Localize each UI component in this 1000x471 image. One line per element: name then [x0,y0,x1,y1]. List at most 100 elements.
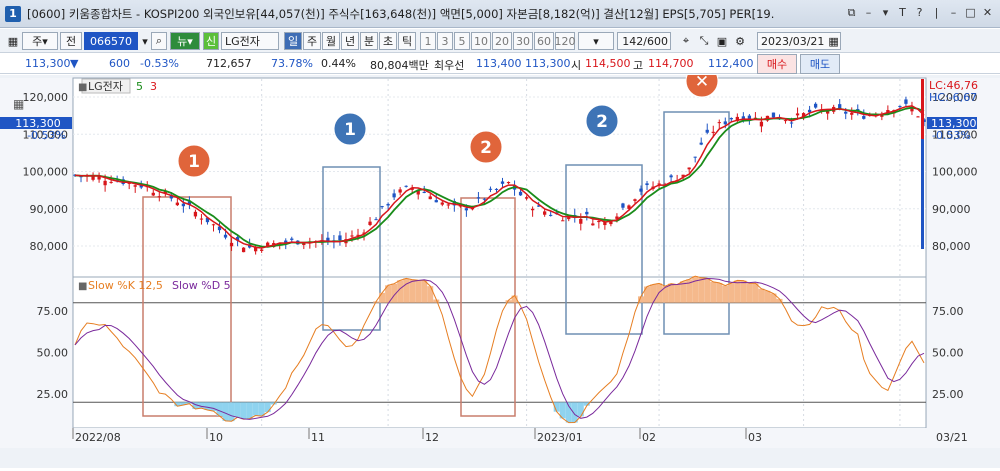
settings-icon[interactable]: ⚙ [732,32,748,50]
minute-1[interactable]: 1 [420,32,436,50]
candle [404,185,408,187]
candle [904,99,908,104]
restore-icon[interactable]: ⧉ [845,6,858,20]
stoch-tick-right: 25.00 [932,388,964,401]
zoom-icon[interactable]: ⤡ [696,32,712,50]
sell-button[interactable]: 매도 [800,54,840,74]
slow-k-label: Slow %K 12,5 [88,279,163,292]
candle [789,122,794,124]
search-icon[interactable]: ⌕ [151,32,167,50]
min-icon[interactable]: – [947,6,960,20]
high-label: 고 [633,59,644,72]
candle [813,103,818,108]
candle [428,196,432,200]
minute-120[interactable]: 120 [555,32,576,50]
minimize-icon[interactable]: – [862,6,875,20]
candle [597,220,601,223]
current-price: 113,300 [25,57,71,70]
open-price: 114,500 [585,57,631,70]
period-type-button[interactable]: 전 [60,32,82,50]
candle [530,208,535,211]
tab-week[interactable]: 주 [303,32,321,50]
grid-icon: ▦ [13,97,24,111]
x-label-last: 03/21 [936,431,968,444]
legend-ma5: 5 [136,80,143,93]
trade-amount: 80,804백만 [370,59,429,72]
candle [494,188,499,190]
candle [482,198,487,200]
range-bar-down [921,139,924,249]
x-label: 11 [311,431,325,444]
minute-60[interactable]: 60 [534,32,554,50]
price-tick-right: 80,000 [932,240,971,253]
price-tick-right: 100,000 [932,166,978,179]
chevron-down-icon[interactable]: ▾ [140,32,150,50]
tab-month[interactable]: 월 [322,32,340,50]
stoch-tick-left: 25.00 [37,388,69,401]
candle [374,219,378,221]
font-icon[interactable]: T [896,6,909,20]
candle [579,218,583,224]
candle [199,218,204,220]
minute-30[interactable]: 30 [513,32,533,50]
x-label: 2023/01 [537,431,583,444]
best-label: 최우선 [434,59,465,72]
quote-bar: 113,300 ▼ 600 -0.53% 712,657 73.78% 0.44… [0,54,1000,74]
buy-button[interactable]: 매수 [757,54,797,74]
candle [723,121,727,125]
candle [350,235,354,237]
theme-button[interactable]: 뉴 ▾ [170,32,200,50]
max-icon[interactable]: □ [964,6,977,20]
candle [464,208,469,211]
crosshair-icon[interactable]: ⌖ [678,32,694,50]
stoch-legend-marker: ■ [78,281,87,292]
stoch-tick-right: 50.00 [932,347,964,360]
date-field[interactable]: 2023/03/21 ▦ [757,32,841,50]
candle [488,188,493,190]
candle [795,113,800,116]
minute-10[interactable]: 10 [471,32,491,50]
candle [440,202,444,205]
count-field[interactable]: 142/600 [617,32,671,50]
minute-20[interactable]: 20 [492,32,512,50]
minute-5[interactable]: 5 [454,32,470,50]
candle [687,167,691,170]
pin-icon[interactable]: ▾ [879,6,892,20]
grid-icon[interactable]: ▦ [6,32,20,50]
candle [290,238,294,240]
tab-second[interactable]: 초 [379,32,397,50]
code-input[interactable]: 066570 [84,32,138,50]
help-icon[interactable]: ? [913,6,926,20]
candle [422,191,426,193]
legend-ma3: 3 [150,80,157,93]
annotation-label-3: 2 [480,138,492,158]
tab-day[interactable]: 일 [284,32,302,50]
candle [338,235,342,241]
window-controls: ⧉ – ▾ T ? | – □ ✕ [845,6,994,20]
candle [621,203,625,208]
market-select[interactable]: 주 ▾ [22,32,58,50]
save-icon[interactable]: ▣ [714,32,730,50]
calendar-icon[interactable]: ▦ [828,35,838,48]
minute-3[interactable]: 3 [437,32,453,50]
interval-select[interactable]: ▾ [578,32,614,50]
tab-year[interactable]: 년 [341,32,359,50]
stock-name-field[interactable]: LG전자 [221,32,279,50]
best-ask: 113,400 [476,57,522,70]
down-arrow-icon: ▼ [70,57,79,70]
candle [229,242,234,247]
candle [181,203,186,207]
stoch-tick-left: 75.00 [37,305,69,318]
candle [633,199,637,201]
close-icon[interactable]: ✕ [981,6,994,20]
volume-ratio: 73.78% [271,57,313,70]
tab-tick[interactable]: 틱 [398,32,416,50]
chart-area: 120,000 110,000 100,000 90,000 80,000 120,000… [0,64,1000,468]
candle [669,175,673,178]
price-tick-left: 100,000 [23,166,69,179]
candle [771,112,776,118]
separator: | [934,6,939,19]
price-chart[interactable]: 120,000110,000100,00090,00080,000120,000… [0,64,1000,468]
candle [211,224,216,226]
tab-minute[interactable]: 분 [360,32,378,50]
